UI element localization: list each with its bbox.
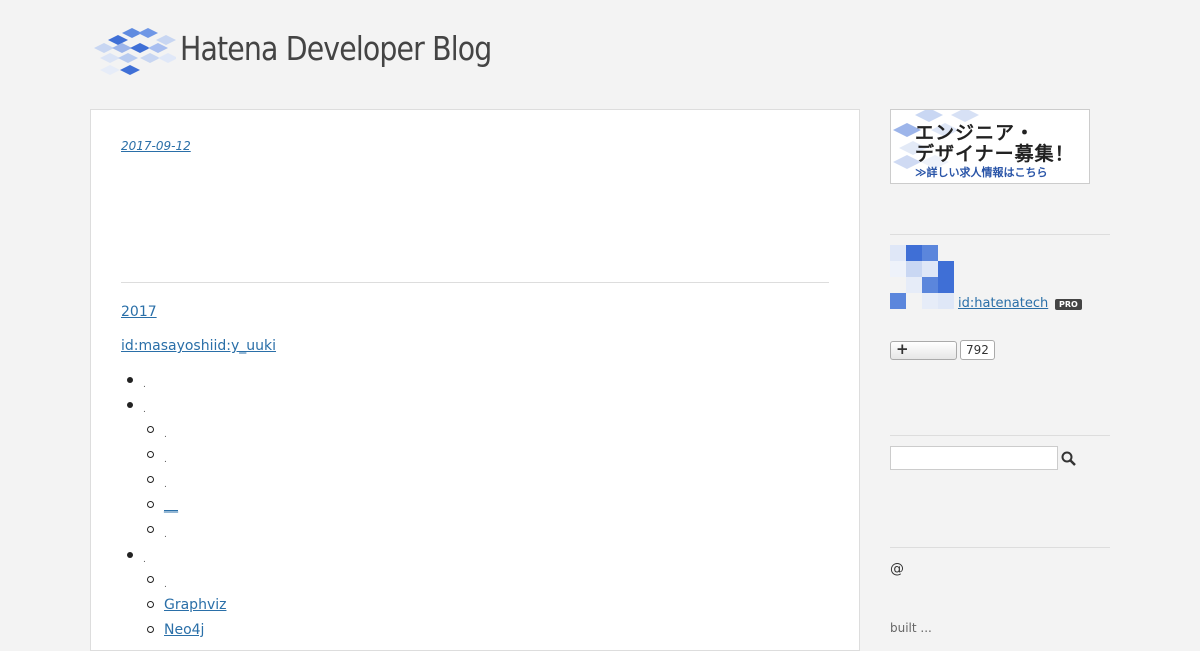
profile-avatar-icon[interactable] (890, 245, 954, 309)
toc-item[interactable]: __ (121, 493, 226, 518)
toc-item: . (121, 393, 226, 418)
toc-link[interactable]: Neo4j (164, 622, 204, 638)
toc-item: . (121, 468, 226, 493)
entry-date: 2017-09-12 (121, 139, 191, 153)
search-icon[interactable] (1060, 450, 1078, 468)
toc-item: . (121, 518, 226, 543)
toc-item: . (121, 443, 226, 468)
blog-logo-icon[interactable] (90, 18, 176, 78)
toc-link[interactable]: __ (164, 497, 178, 513)
sidebar-divider (890, 234, 1110, 235)
content-divider (121, 282, 829, 283)
subscribe-button[interactable]: + (890, 340, 957, 360)
profile-id-link[interactable]: id:hatenatech (958, 296, 1048, 311)
author-link[interactable]: id:masayoshiid:y_uuki (121, 338, 276, 354)
toc-text: . (164, 580, 167, 590)
toc-text: . (164, 480, 167, 490)
toc-item[interactable]: Graphviz (121, 593, 226, 618)
toc-list: ..... __... Graphviz Neo4j (121, 368, 226, 643)
toc-text: . (143, 380, 146, 390)
pro-badge: PRO (1055, 299, 1082, 310)
blog-title-link[interactable]: Hatena Developer Blog (180, 29, 492, 68)
year-link[interactable]: 2017 (121, 304, 157, 320)
toc-text: . (164, 455, 167, 465)
sidebar-divider (890, 435, 1110, 436)
toc-text: . (164, 530, 167, 540)
toc-text: . (143, 555, 146, 565)
subscriber-count: 792 (960, 340, 995, 360)
recruit-banner[interactable]: エンジニア・ デザイナー募集！ ≫詳しい求人情報はこちら (890, 109, 1090, 184)
main-content: 2017-09-12 2017 id:masayoshiid:y_uuki ..… (90, 109, 860, 651)
at-sign-text: @ (890, 561, 904, 577)
toc-item[interactable]: Neo4j (121, 618, 226, 643)
toc-text: . (164, 430, 167, 440)
toc-item: . (121, 368, 226, 393)
banner-headline-2: デザイナー募集！ (915, 143, 1075, 165)
toc-link[interactable]: Graphviz (164, 597, 226, 613)
toc-item: . (121, 568, 226, 593)
search-input[interactable] (890, 446, 1058, 470)
banner-subtext: ≫詳しい求人情報はこちら (915, 166, 1048, 179)
table-of-contents: ..... __... Graphviz Neo4j (121, 368, 226, 643)
toc-item: . (121, 543, 226, 568)
sidebar-divider (890, 547, 1110, 548)
entry-date-link[interactable]: 2017-09-12 (121, 139, 191, 153)
toc-item: . (121, 418, 226, 443)
toc-text: . (143, 405, 146, 415)
blog-header: Hatena Developer Blog (90, 18, 542, 78)
plus-icon: + (896, 340, 909, 358)
sidebar-footer-text: built ... (890, 621, 932, 635)
